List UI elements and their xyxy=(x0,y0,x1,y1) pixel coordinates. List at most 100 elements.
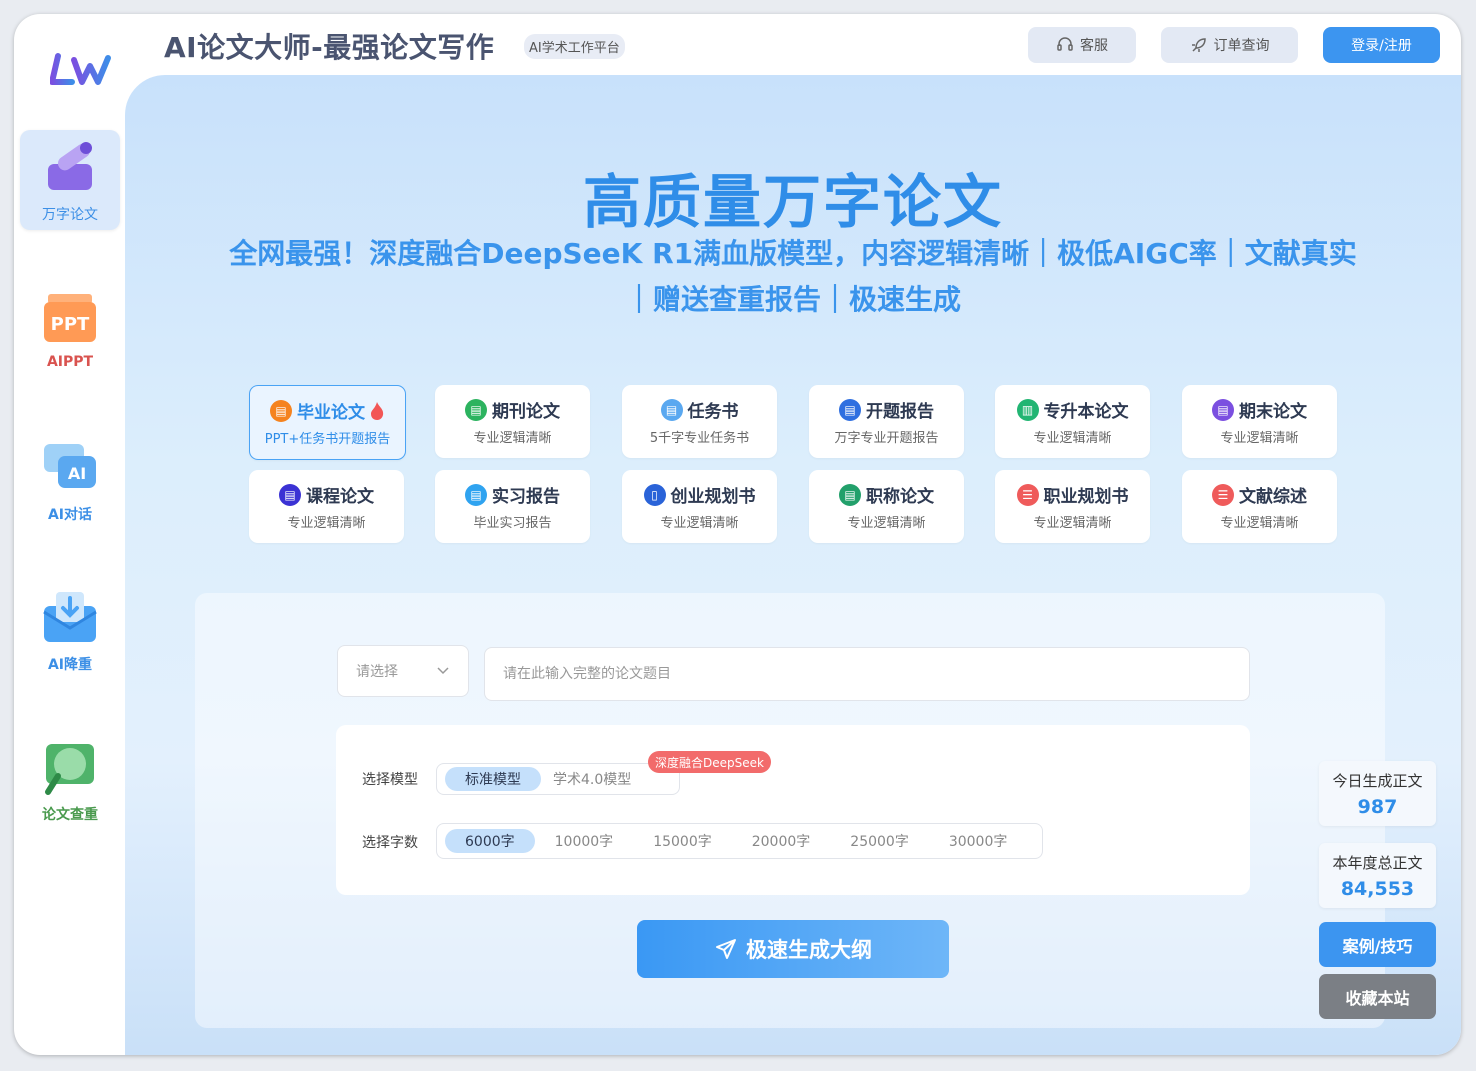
card-title-paper[interactable]: ▤ 职称论文 专业逻辑清晰 xyxy=(809,470,964,543)
headset-icon xyxy=(1057,37,1073,51)
card-title: 任务书 xyxy=(687,402,739,422)
card-desc: 专业逻辑清晰 xyxy=(1033,431,1112,446)
card-task-book[interactable]: ▤ 任务书 5千字专业任务书 xyxy=(622,385,777,458)
logo-icon xyxy=(50,53,111,85)
magnifier-icon xyxy=(45,744,94,795)
options-panel: 选择模型 标准模型 学术4.0模型 深度融合DeepSeek 选择字数 6000… xyxy=(336,725,1250,895)
today-stat-label: 今日生成正文 xyxy=(1332,771,1423,790)
card-desc: 5千字专业任务书 xyxy=(649,431,750,446)
card-desc: 专业逻辑清晰 xyxy=(1220,516,1299,531)
year-stat-label: 本年度总正文 xyxy=(1332,853,1423,872)
card-desc: PPT+任务书开题报告 xyxy=(264,432,391,447)
card-career-plan[interactable]: ☰ 职业规划书 专业逻辑清晰 xyxy=(995,470,1150,543)
word-option-30000[interactable]: 30000字 xyxy=(929,829,1028,853)
download-icon xyxy=(43,592,97,642)
card-desc: 专业逻辑清晰 xyxy=(287,516,366,531)
phone-doc-icon: ▯ xyxy=(643,483,666,506)
doc-icon: ▤ xyxy=(465,483,487,506)
flame-icon xyxy=(371,401,384,420)
card-title: 创业规划书 xyxy=(670,487,756,507)
order-query-button[interactable]: 订单查询 xyxy=(1161,27,1298,63)
card-journal-paper[interactable]: ▤ 期刊论文 专业逻辑清晰 xyxy=(435,385,590,458)
card-graduation-paper[interactable]: ▤ 毕业论文 PPT+任务书开题报告 xyxy=(249,385,406,460)
sidebar-item-check[interactable]: 论文查重 xyxy=(20,730,120,830)
generate-outline-label: 极速生成大纲 xyxy=(746,938,872,962)
card-internship-report[interactable]: ▤ 实习报告 毕业实习报告 xyxy=(435,470,590,543)
sidebar-item-label: AI降重 xyxy=(47,657,93,673)
card-desc: 专业逻辑清晰 xyxy=(1220,431,1299,446)
svg-text:PPT: PPT xyxy=(51,314,90,335)
select-placeholder: 请选择 xyxy=(356,664,398,680)
doc-icon: ▤ xyxy=(270,399,292,422)
card-course-paper[interactable]: ▤ 课程论文 专业逻辑清晰 xyxy=(249,470,404,543)
model-label: 选择模型 xyxy=(362,772,418,788)
svg-text:AI: AI xyxy=(68,464,86,483)
customer-service-button[interactable]: 客服 xyxy=(1028,27,1136,63)
pen-icon xyxy=(48,142,92,190)
card-desc: 专业逻辑清晰 xyxy=(1033,516,1112,531)
sidebar-item-rewrite[interactable]: AI降重 xyxy=(20,580,120,680)
today-stat: 今日生成正文 987 xyxy=(1319,761,1436,826)
card-title: 课程论文 xyxy=(306,487,374,507)
card-final-paper[interactable]: ▤ 期末论文 专业逻辑清晰 xyxy=(1182,385,1337,458)
word-option-10000[interactable]: 10000字 xyxy=(535,829,634,853)
order-query-label: 订单查询 xyxy=(1213,38,1270,54)
login-register-button[interactable]: 登录/注册 xyxy=(1323,27,1440,63)
ppt-icon: PPT xyxy=(44,294,96,342)
report-icon: ▤ xyxy=(279,483,301,506)
stack-icon: ☰ xyxy=(1016,483,1039,506)
card-proposal-report[interactable]: ▤ 开题报告 万字专业开题报告 xyxy=(809,385,964,458)
topic-input[interactable] xyxy=(484,647,1250,701)
chat-icon: AI xyxy=(44,444,96,488)
stack-icon: ☰ xyxy=(1212,483,1234,506)
card-business-plan[interactable]: ▯ 创业规划书 专业逻辑清晰 xyxy=(622,470,777,543)
word-option-20000[interactable]: 20000字 xyxy=(732,829,831,853)
report-icon: ▤ xyxy=(839,398,861,421)
app-title: AI论文大师-最强论文写作 xyxy=(164,31,495,64)
customer-service-label: 客服 xyxy=(1080,38,1108,54)
generate-outline-button[interactable]: 极速生成大纲 xyxy=(637,920,949,978)
sidebar-item-paper[interactable]: 万字论文 xyxy=(20,130,120,230)
sidebar-item-chat[interactable]: AI AI对话 xyxy=(20,430,120,530)
card-title: 期末论文 xyxy=(1239,402,1307,422)
today-stat-value: 987 xyxy=(1357,795,1398,818)
card-title: 职业规划书 xyxy=(1043,487,1129,507)
send-icon xyxy=(716,939,736,959)
main-panel: 高质量万字论文 全网最强！深度融合DeepSeeK R1满血版模型，内容逻辑清晰… xyxy=(125,75,1461,1055)
hero-subtitle-line1: 全网最强！深度融合DeepSeeK R1满血版模型，内容逻辑清晰｜极低AIGC率… xyxy=(229,237,1357,270)
list-icon: ▤ xyxy=(660,398,683,421)
word-option-6000[interactable]: 6000字 xyxy=(445,829,535,853)
sidebar-item-label: AI对话 xyxy=(47,507,93,523)
card-title: 开题报告 xyxy=(866,402,934,422)
bookmark-button[interactable]: 收藏本站 xyxy=(1319,974,1436,1019)
doc-icon: ▤ xyxy=(465,398,487,421)
card-desc: 毕业实习报告 xyxy=(473,516,552,531)
doc-icon: ▤ xyxy=(1212,398,1234,421)
word-count-segmented: 6000字 10000字 15000字 20000字 25000字 30000字 xyxy=(436,823,1043,859)
sidebar-item-label: 论文查重 xyxy=(42,807,98,823)
card-literature-review[interactable]: ☰ 文献综述 专业逻辑清晰 xyxy=(1182,470,1337,543)
card-title: 期刊论文 xyxy=(492,402,560,422)
certificate-icon: ▤ xyxy=(839,483,861,506)
card-desc: 专业逻辑清晰 xyxy=(473,431,552,446)
card-title: 实习报告 xyxy=(492,487,560,507)
hero-subtitle-line2: ｜赠送查重报告｜极速生成 xyxy=(624,283,961,316)
word-option-25000[interactable]: 25000字 xyxy=(830,829,929,853)
hero-subtitle: 全网最强！深度融合DeepSeeK R1满血版模型，内容逻辑清晰｜极低AIGC率… xyxy=(185,231,1401,323)
sidebar-item-label: AIPPT xyxy=(46,354,94,370)
model-option-standard[interactable]: 标准模型 xyxy=(445,767,541,791)
deepseek-badge: 深度融合DeepSeek xyxy=(648,751,771,773)
book-icon: ▥ xyxy=(1016,398,1039,421)
chevron-down-icon xyxy=(437,667,449,675)
card-title: 毕业论文 xyxy=(297,403,365,423)
word-option-15000[interactable]: 15000字 xyxy=(633,829,732,853)
model-option-academic[interactable]: 学术4.0模型 xyxy=(541,767,643,791)
card-title: 职称论文 xyxy=(866,487,934,507)
card-desc: 专业逻辑清晰 xyxy=(847,516,926,531)
cases-tips-button[interactable]: 案例/技巧 xyxy=(1319,922,1436,967)
paper-type-select[interactable]: 请选择 xyxy=(337,645,469,697)
card-upgrade-paper[interactable]: ▥ 专升本论文 专业逻辑清晰 xyxy=(995,385,1150,458)
hero-title: 高质量万字论文 xyxy=(582,168,1003,236)
sidebar-item-label: 万字论文 xyxy=(42,207,98,223)
sidebar-item-ppt[interactable]: PPT AIPPT xyxy=(20,280,120,380)
